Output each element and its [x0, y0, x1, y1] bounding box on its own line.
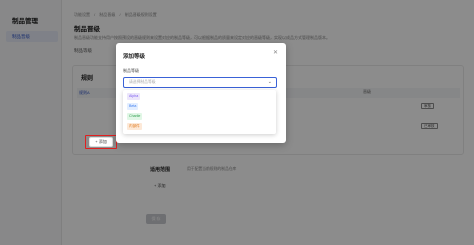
dialog-title: 添加等级 [123, 54, 146, 60]
chevron-down-icon: ⌄ [267, 79, 272, 85]
option-charlie[interactable]: Charlie [127, 113, 143, 120]
level-field-label: 制品等级 [123, 68, 139, 73]
select-placeholder: 请选择制品等级 [129, 80, 156, 84]
level-dropdown: Alpha Beta Charlie 内部件 [123, 90, 276, 134]
option-alpha[interactable]: Alpha [127, 93, 141, 100]
level-select[interactable]: 请选择制品等级 ⌄ [123, 77, 277, 88]
close-icon[interactable]: ✕ [273, 49, 278, 56]
option-internal[interactable]: 内部件 [127, 123, 142, 130]
option-beta[interactable]: Beta [127, 103, 139, 110]
highlight-box [85, 135, 117, 149]
